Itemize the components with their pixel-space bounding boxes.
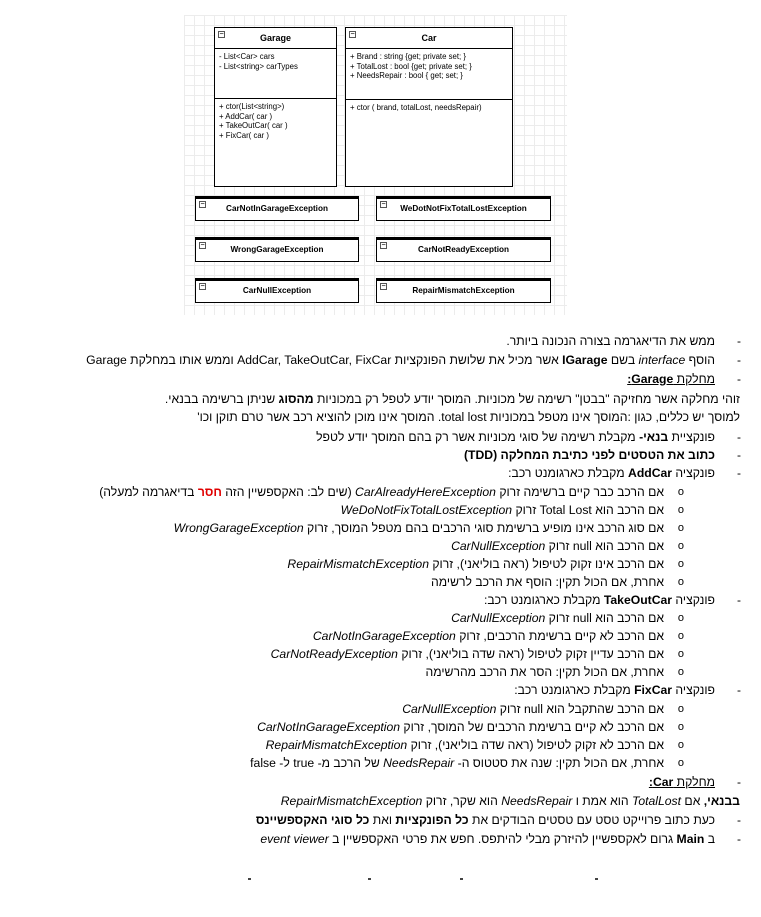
collapse-icon[interactable]: − <box>199 201 206 208</box>
section-heading: מחלקת Garage: <box>627 372 715 386</box>
sub-bullet: o <box>677 757 684 769</box>
sub-bullet: o <box>677 576 684 588</box>
exception-name: WeDotNotFixTotalLostException <box>400 204 527 213</box>
exception-box: − RepairMismatchException <box>376 278 551 303</box>
instruction-line: אם הרכב הוא Total Lost זרוק WeDoNotFixTo… <box>340 503 664 517</box>
sub-bullet: o <box>677 504 684 516</box>
instruction-line: אם הרכב לא זקוק לטיפול (ראה שדה בוליאני)… <box>265 738 664 752</box>
exception-box: − CarNotReadyException <box>376 237 551 262</box>
section-heading: מחלקת Car: <box>648 775 715 789</box>
list-bullet: - <box>737 353 741 367</box>
collapse-icon[interactable]: − <box>199 283 206 290</box>
instruction-line: אם הרכב כבר קיים ברשימה זרוק CarAlreadyH… <box>99 485 664 499</box>
collapse-icon[interactable]: − <box>380 283 387 290</box>
garage-class-title: Garage <box>259 33 292 43</box>
sub-bullet: o <box>677 522 684 534</box>
sub-bullet: o <box>677 540 684 552</box>
list-bullet: - <box>737 683 741 697</box>
list-bullet: - <box>737 832 741 846</box>
collapse-icon[interactable]: − <box>199 242 206 249</box>
instruction-line: אם הרכב אינו זקוק לטיפול (ראה בוליאני), … <box>287 557 664 571</box>
instruction-line: אחרת, אם הכול תקין: הסר את הרכב מהרשימה <box>425 665 664 679</box>
exception-name: CarNotInGarageException <box>226 204 328 213</box>
exception-box: − CarNullException <box>195 278 359 303</box>
instruction-line: כתוב את הטסטים לפני כתיבת המחלקה (TDD) <box>463 448 715 462</box>
exception-name: WrongGarageException <box>230 245 324 254</box>
instruction-line: אם הרכב שהתקבל הוא null זרוק CarNullExce… <box>402 702 664 716</box>
garage-class-box: − Garage - List<Car> cars - List<string>… <box>214 27 337 187</box>
list-bullet: - <box>737 372 741 386</box>
collapse-icon[interactable]: − <box>218 31 225 38</box>
exception-box: − WeDotNotFixTotalLostException <box>376 196 551 221</box>
sub-bullet: o <box>677 648 684 660</box>
collapse-icon[interactable]: − <box>380 201 387 208</box>
list-bullet: - <box>737 430 741 444</box>
sub-bullet: o <box>677 739 684 751</box>
exception-name: RepairMismatchException <box>412 286 515 295</box>
instruction-line: אם הרכב לא קיים ברשימת הרכבים, זרוק CarN… <box>312 629 664 643</box>
instruction-line: פונקציית בנאי- מקבלת רשימה של סוגי מכוני… <box>316 430 715 444</box>
list-bullet: - <box>737 466 741 480</box>
instruction-line: אם סוג הרכב אינו מופיע ברשימת סוגי הרכבי… <box>173 521 664 535</box>
collapse-icon[interactable]: − <box>349 31 356 38</box>
car-methods: + ctor ( brand, totalLost, needsRepair) <box>350 103 482 112</box>
instruction-line: אם הרכב הוא null זרוק CarNullException <box>451 611 664 625</box>
instruction-line: ממש את הדיאגרמה בצורה הנכונה ביותר. <box>506 334 715 348</box>
instruction-line: אם הרכב עדיין זקוק לטיפול (ראה שדה בוליא… <box>270 647 664 661</box>
instruction-line: בבנאי, אם TotalLost הוא אמת ו NeedsRepai… <box>280 794 740 808</box>
instruction-line: פונקציה AddCar מקבלת כארגומנט רכב: <box>508 466 715 480</box>
instruction-line: אם הרכב הוא null זרוק CarNullException <box>451 539 664 553</box>
garage-fields: - List<Car> cars - List<string> carTypes <box>215 49 336 99</box>
sub-bullet: o <box>677 486 684 498</box>
page-cut-marks <box>170 878 610 880</box>
exception-name: CarNotReadyException <box>418 245 509 254</box>
instruction-line: אחרת, אם הכול תקין: שנה את סטטוס ה- Need… <box>250 756 664 770</box>
car-class-box: − Car + Brand : string {get; private set… <box>345 27 513 187</box>
instruction-line: פונקציה TakeOutCar מקבלת כארגומנט רכב: <box>483 593 715 607</box>
instruction-line: למוסך יש כללים, כגון :המוסך אינו מטפל במ… <box>197 410 740 424</box>
car-class-header: − Car <box>346 28 512 49</box>
collapse-icon[interactable]: − <box>380 242 387 249</box>
instruction-line: כעת כתוב פרוייקט טסט עם טסטים הבודקים את… <box>255 813 715 827</box>
sub-bullet: o <box>677 630 684 642</box>
instruction-line: ב Main גרום לאקספשיין להיזרק מבלי להיתפס… <box>260 832 715 846</box>
sub-bullet: o <box>677 703 684 715</box>
instruction-line: אחרת, אם הכול תקין: הוסף את הרכב לרשימה <box>431 575 664 589</box>
instruction-line: אם הרכב לא קיים ברשימת הרכבים של המוסך, … <box>257 720 664 734</box>
garage-class-header: − Garage <box>215 28 336 49</box>
exception-box: − WrongGarageException <box>195 237 359 262</box>
sub-bullet: o <box>677 721 684 733</box>
instruction-line: פונקציה FixCar מקבלת כארגומנט רכב: <box>514 683 715 697</box>
garage-methods: + ctor(List<string>) + AddCar( car ) + T… <box>219 102 288 140</box>
instruction-line: זוהי מחלקה אשר מחזיקה "בבטן" רשימה של מכ… <box>164 392 740 406</box>
exception-name: CarNullException <box>242 286 312 295</box>
list-bullet: - <box>737 813 741 827</box>
car-fields: + Brand : string {get; private set; } + … <box>346 49 512 100</box>
list-bullet: - <box>737 593 741 607</box>
car-class-title: Car <box>421 33 437 43</box>
list-bullet: - <box>737 448 741 462</box>
exception-box: − CarNotInGarageException <box>195 196 359 221</box>
list-bullet: - <box>737 334 741 348</box>
list-bullet: - <box>737 775 741 789</box>
instruction-line: הוסף interface בשם IGarage אשר מכיל את ש… <box>86 353 715 367</box>
uml-diagram: − Garage - List<Car> cars - List<string>… <box>184 15 567 315</box>
sub-bullet: o <box>677 666 684 678</box>
sub-bullet: o <box>677 612 684 624</box>
sub-bullet: o <box>677 558 684 570</box>
